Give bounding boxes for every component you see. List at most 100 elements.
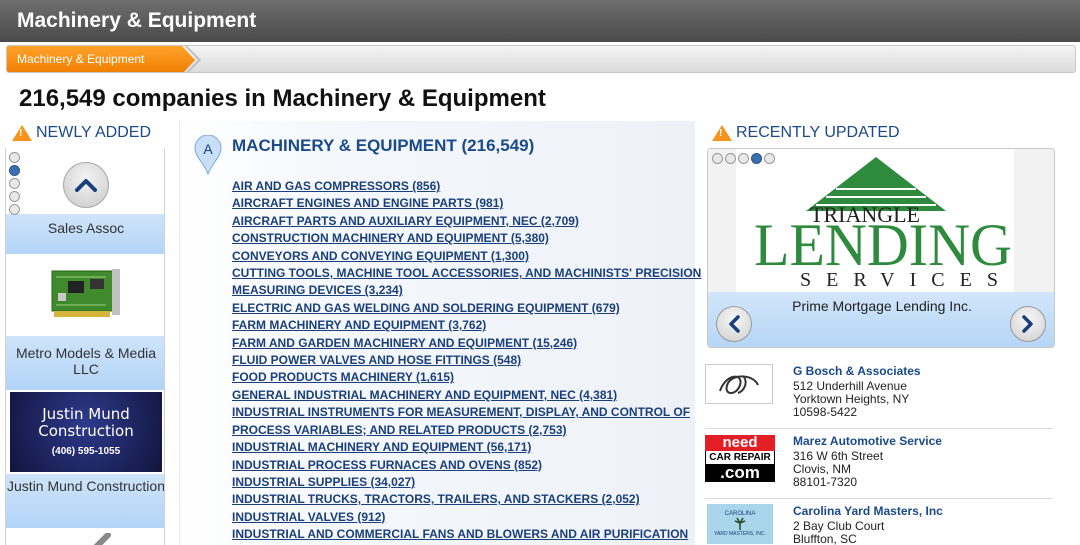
listing-address: 512 Underhill Avenue Yorktown Heights, N… (793, 380, 909, 419)
listing-divider (705, 428, 1053, 429)
listing-name[interactable]: Marez Automotive Service (793, 434, 942, 448)
chevron-right-icon (1022, 315, 1033, 333)
category-list-item: AIRCRAFT ENGINES AND ENGINE PARTS (981) (232, 195, 702, 212)
logo-title: Justin Mund Construction (38, 405, 134, 440)
category-link[interactable]: AIR AND GAS COMPRESSORS (856) (232, 179, 440, 193)
pager-dot[interactable] (9, 152, 20, 163)
listing-item[interactable]: CAROLINA YARD MASTERS, INC. Carolina Yar… (705, 504, 1053, 545)
category-link[interactable]: GENERAL INDUSTRIAL MACHINERY AND EQUIPME… (232, 388, 617, 402)
category-link[interactable]: AIRCRAFT PARTS AND AUXILIARY EQUIPMENT, … (232, 214, 579, 228)
category-link[interactable]: INDUSTRIAL VALVES (912) (232, 510, 385, 524)
slider-image[interactable]: TRIANGLE LENDING SERVICES (708, 149, 1054, 292)
recently-updated-slider: TRIANGLE LENDING SERVICES Prime Mortgage… (707, 148, 1055, 348)
category-link[interactable]: INDUSTRIAL SUPPLIES (34,027) (232, 475, 415, 489)
category-list-item: INDUSTRIAL VALVES (912) (232, 509, 702, 526)
listing-item[interactable]: G Bosch & Associates 512 Underhill Avenu… (705, 364, 1053, 432)
listing-address: 316 W 6th Street Clovis, NM 88101-7320 (793, 450, 883, 489)
page-title: 216,549 companies in Machinery & Equipme… (19, 85, 546, 112)
slider-prev-button[interactable] (716, 306, 752, 342)
listing-name[interactable]: G Bosch & Associates (793, 364, 921, 378)
category-link[interactable]: FARM AND GARDEN MACHINERY AND EQUIPMENT … (232, 336, 577, 350)
category-link[interactable]: INDUSTRIAL INSTRUMENTS FOR MEASUREMENT, … (232, 405, 690, 436)
category-list-item: GENERAL INDUSTRIAL MACHINERY AND EQUIPME… (232, 387, 702, 404)
category-link[interactable]: FOOD PRODUCTS MACHINERY (1,615) (232, 370, 454, 384)
pager-dot[interactable] (725, 153, 736, 164)
category-link[interactable]: INDUSTRIAL MACHINERY AND EQUIPMENT (56,1… (232, 440, 531, 454)
listing-divider (705, 498, 1053, 499)
category-list-item: CUTTING TOOLS, MACHINE TOOL ACCESSORIES,… (232, 265, 702, 300)
company-logo: need CAR REPAIR .com (705, 434, 775, 482)
slider-pager (712, 153, 775, 164)
category-list-item: FARM MACHINERY AND EQUIPMENT (3,762) (232, 317, 702, 334)
category-list-item: INDUSTRIAL PROCESS FURNACES AND OVENS (8… (232, 457, 702, 474)
category-link[interactable]: AIRCRAFT ENGINES AND ENGINE PARTS (981) (232, 196, 503, 210)
breadcrumb-item-machinery[interactable]: Machinery & Equipment (7, 46, 195, 72)
category-title: MACHINERY & EQUIPMENT (216,549) (232, 136, 535, 155)
bosch-logo-icon (719, 375, 759, 394)
newly-added-card-image[interactable]: Justin Mund Construction (406) 595-1055 (6, 390, 164, 474)
pager-dot[interactable] (712, 153, 723, 164)
category-list-item: INDUSTRIAL TRUCKS, TRACTORS, TRAILERS, A… (232, 491, 702, 508)
category-list-item: INDUSTRIAL SUPPLIES (34,027) (232, 474, 702, 491)
category-list-item: INDUSTRIAL MACHINERY AND EQUIPMENT (56,1… (232, 439, 702, 456)
category-link[interactable]: CUTTING TOOLS, MACHINE TOOL ACCESSORIES,… (232, 266, 701, 297)
pager-dot-active[interactable] (751, 153, 762, 164)
newly-added-card-label[interactable]: Justin Mund Construction (6, 474, 164, 528)
category-list-item: AIR AND GAS COMPRESSORS (856) (232, 178, 702, 195)
category-link[interactable]: CONVEYORS AND CONVEYING EQUIPMENT (1,300… (232, 249, 529, 263)
newly-added-card-label[interactable]: Sales Assoc (6, 214, 164, 254)
page-header-title: Machinery & Equipment (0, 0, 1080, 42)
company-logo: Justin Mund Construction (406) 595-1055 (10, 392, 162, 472)
listing-item[interactable]: need CAR REPAIR .com Marez Automotive Se… (705, 434, 1053, 502)
category-link[interactable]: FARM MACHINERY AND EQUIPMENT (3,762) (232, 318, 486, 332)
recently-updated-title: RECENTLY UPDATED (736, 124, 900, 141)
category-list-item: ELECTRIC AND GAS WELDING AND SOLDERING E… (232, 300, 702, 317)
triangle-lending-logo: TRIANGLE LENDING SERVICES (754, 157, 1012, 291)
category-list-item: INDUSTRIAL AND COMMERCIAL FANS AND BLOWE… (232, 526, 702, 545)
listing-address: 2 Bay Club Court Bluffton, SC (793, 520, 884, 545)
pen-icon (93, 533, 111, 545)
category-link[interactable]: INDUSTRIAL PROCESS FURNACES AND OVENS (8… (232, 458, 542, 472)
slider-next-button[interactable] (1010, 306, 1046, 342)
category-list-item: FOOD PRODUCTS MACHINERY (1,615) (232, 369, 702, 386)
scroll-up-button[interactable] (63, 162, 109, 208)
logo-phone: (406) 595-1055 (51, 446, 121, 457)
company-logo: CAROLINA YARD MASTERS, INC. (707, 504, 773, 544)
newly-added-heading: ! NEWLY ADDED (12, 124, 151, 142)
address-line: 88101-7320 (793, 475, 858, 489)
category-list-item: CONSTRUCTION MACHINERY AND EQUIPMENT (5,… (232, 230, 702, 247)
company-logo: TRIANGLE LENDING SERVICES (736, 149, 1014, 292)
newly-added-card-image[interactable] (6, 528, 164, 545)
pager-dot[interactable] (9, 204, 20, 215)
category-link[interactable]: CONSTRUCTION MACHINERY AND EQUIPMENT (5,… (232, 231, 549, 245)
pager-dot[interactable] (764, 153, 775, 164)
logo-top: need (705, 434, 775, 451)
category-list-item: FARM AND GARDEN MACHINERY AND EQUIPMENT … (232, 335, 702, 352)
pager-dot[interactable] (738, 153, 749, 164)
slider-company-name[interactable]: Prime Mortgage Lending Inc. (708, 298, 1054, 314)
category-list-item: AIRCRAFT PARTS AND AUXILIARY EQUIPMENT, … (232, 213, 702, 230)
newly-added-title: NEWLY ADDED (36, 124, 151, 141)
newly-added-carousel: Sales Assoc Metro Models & Media LLC Jus… (5, 148, 165, 545)
category-link[interactable]: INDUSTRIAL TRUCKS, TRACTORS, TRAILERS, A… (232, 492, 640, 506)
logo-bottom: YARD MASTERS, INC. (714, 531, 766, 537)
newly-added-card-image[interactable] (6, 254, 164, 336)
chevron-left-icon (729, 315, 740, 333)
breadcrumb: Machinery & Equipment (6, 45, 1076, 73)
category-panel: A MACHINERY & EQUIPMENT (216,549) AIR AN… (179, 121, 701, 545)
carousel-pager (9, 152, 20, 215)
map-pin-icon: A (194, 135, 222, 175)
logo-mid: CAR REPAIR (705, 450, 775, 464)
pager-dot[interactable] (9, 191, 20, 202)
category-list-item: FLUID POWER VALVES AND HOSE FITTINGS (54… (232, 352, 702, 369)
alert-icon: ! (712, 125, 732, 141)
category-list-item: CONVEYORS AND CONVEYING EQUIPMENT (1,300… (232, 248, 702, 265)
pager-dot[interactable] (9, 178, 20, 189)
pager-dot-active[interactable] (9, 165, 20, 176)
address-line: 10598-5422 (793, 405, 858, 419)
category-link[interactable]: INDUSTRIAL AND COMMERCIAL FANS AND BLOWE… (232, 527, 688, 545)
newly-added-card-label[interactable]: Metro Models & Media LLC (6, 336, 164, 390)
category-link[interactable]: ELECTRIC AND GAS WELDING AND SOLDERING E… (232, 301, 620, 315)
category-link[interactable]: FLUID POWER VALVES AND HOSE FITTINGS (54… (232, 353, 521, 367)
listing-name[interactable]: Carolina Yard Masters, Inc (793, 504, 943, 518)
